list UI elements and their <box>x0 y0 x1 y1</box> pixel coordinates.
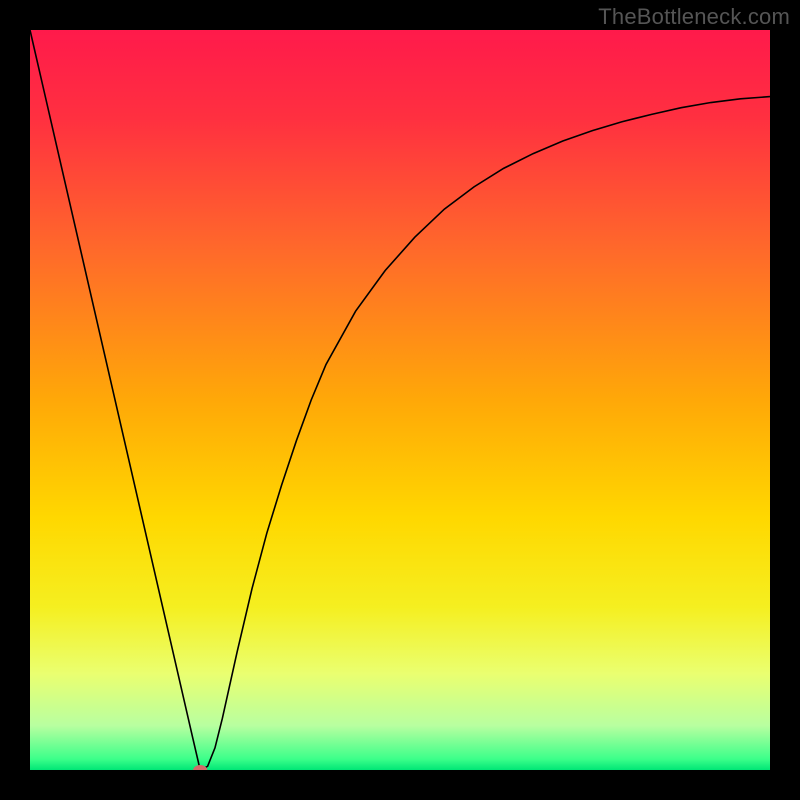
bottleneck-chart <box>30 30 770 770</box>
chart-frame: TheBottleneck.com <box>0 0 800 800</box>
watermark-text: TheBottleneck.com <box>598 4 790 30</box>
gradient-background <box>30 30 770 770</box>
plot-area <box>30 30 770 770</box>
